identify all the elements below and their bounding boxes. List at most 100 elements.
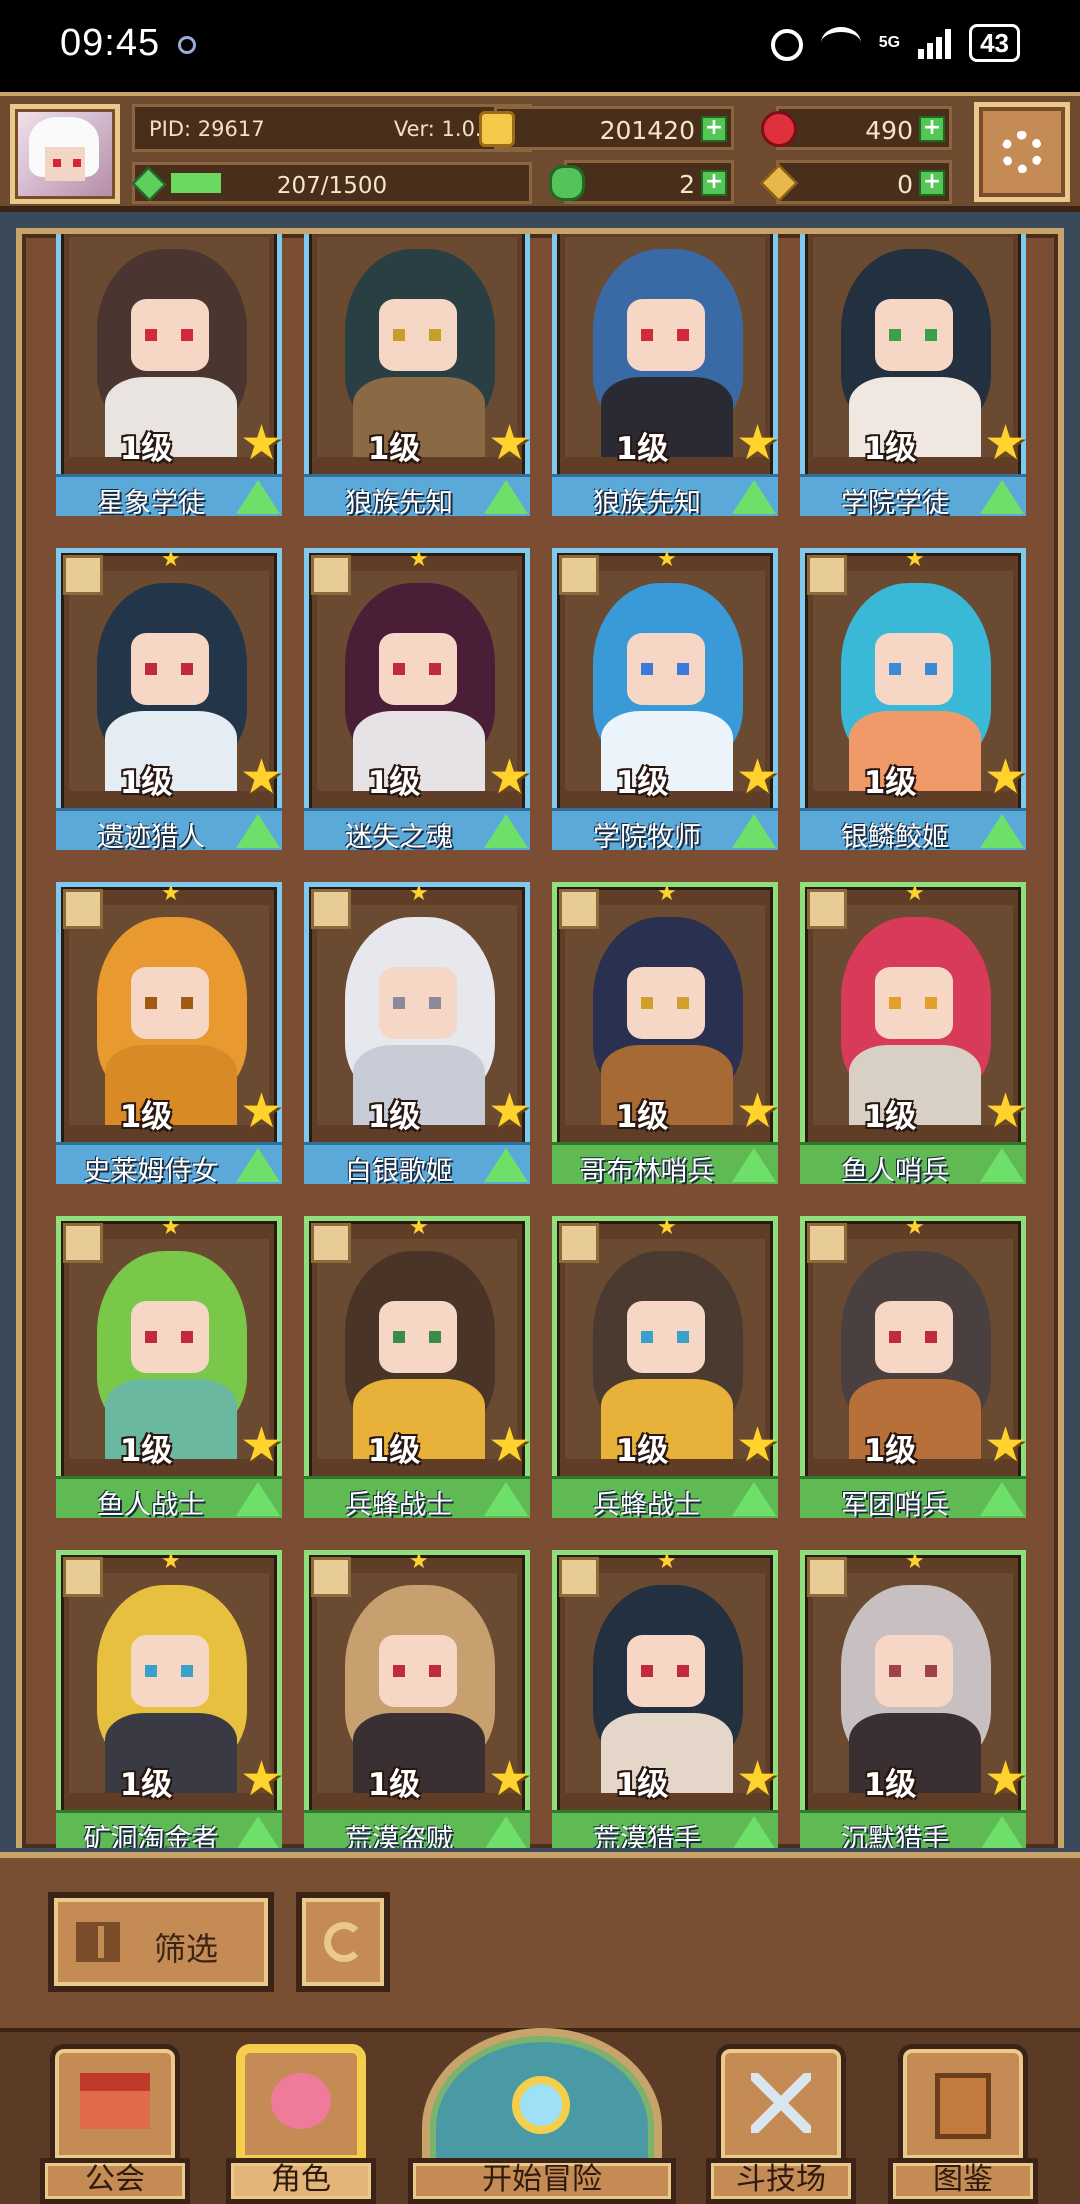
character-card[interactable]: 1级 ★ 狼族先知 [304,234,531,519]
star-icon: ★ [983,1751,1027,1807]
character-name: 矿洞淘金者 [83,1824,219,1848]
clover-value: 2 [679,170,695,199]
upgrade-arrow-icon [980,1816,1024,1848]
star-icon: ★ [239,1751,283,1807]
nav-character[interactable]: 角色 [226,2044,376,2204]
upgrade-arrow-icon [484,814,528,848]
add-clover-button[interactable]: + [701,170,727,196]
nav-guild[interactable]: 公会 [40,2044,190,2204]
character-level: 1级 [119,1099,173,1135]
character-level: 1级 [367,765,421,801]
nav-start-adventure[interactable]: 开始冒险 [408,2028,676,2204]
class-emblem-icon [559,889,599,929]
star-icon: ★ [487,1751,531,1807]
gold-coin-icon [479,111,515,147]
rarity-star-icon: ★ [905,1215,925,1240]
character-name-bar: 星象学徒 [56,474,282,519]
player-avatar[interactable] [10,104,120,204]
character-name-bar: 银鳞鲛姬 [800,808,1026,853]
nav-codex[interactable]: 图鉴 [888,2044,1038,2204]
class-emblem-icon [807,555,847,595]
upgrade-arrow-icon [484,1816,528,1848]
character-card[interactable]: ★ 1级 ★ 银鳞鲛姬 [800,547,1027,853]
nav-adventure-label: 开始冒险 [482,2162,602,2197]
rarity-star-icon: ★ [409,547,429,572]
alarm-icon [770,28,803,61]
player-info: PID: 29617 Ver: 1.0.0.0 [132,104,532,152]
character-card[interactable]: ★ 1级 ★ 学院牧师 [552,547,779,853]
character-name: 沉默猎手 [841,1824,949,1848]
character-card[interactable]: ★ 1级 ★ 鱼人哨兵 [800,881,1027,1187]
character-card[interactable]: ★ 1级 ★ 哥布林哨兵 [552,881,779,1187]
battery-indicator: 43 [969,24,1020,62]
star-icon: ★ [487,749,531,805]
character-card[interactable]: ★ 1级 ★ 兵蜂战士 [304,1215,531,1521]
upgrade-arrow-icon [732,1816,776,1848]
character-card[interactable]: ★ 1级 ★ 史莱姆侍女 [56,881,283,1187]
character-name-bar: 沉默猎手 [800,1810,1026,1848]
main-area: 1级 ★ 星象学徒 1级 ★ 狼族先知 1级 ★ 狼族先知 1级 ★ 学院学徒 ★ 1级 ★ 遗迹猎人 ★ 1级 ★… [0,212,1080,1852]
character-card[interactable]: ★ 1级 ★ 军团哨兵 [800,1215,1027,1521]
character-name: 鱼人哨兵 [841,1156,949,1187]
upgrade-arrow-icon [236,1482,280,1516]
character-card[interactable]: ★ 1级 ★ 鱼人战士 [56,1215,283,1521]
character-level: 1级 [863,1099,917,1135]
guild-house-icon [80,2073,150,2129]
rarity-star-icon: ★ [905,547,925,572]
add-ruby-button[interactable]: + [919,116,945,142]
character-level: 1级 [367,1099,421,1135]
class-emblem-icon [63,1223,103,1263]
character-card[interactable]: ★ 1级 ★ 矿洞淘金者 [56,1549,283,1848]
refresh-button[interactable] [296,1892,390,1992]
rarity-star-icon: ★ [657,881,677,906]
star-icon: ★ [983,749,1027,805]
nav-arena[interactable]: 斗技场 [706,2044,856,2204]
status-bar: 09:45 5G 43 [0,0,1080,92]
character-level: 1级 [615,1433,669,1469]
upgrade-arrow-icon [980,1482,1024,1516]
character-card[interactable]: ★ 1级 ★ 兵蜂战士 [552,1215,779,1521]
upgrade-arrow-icon [484,1148,528,1182]
rarity-star-icon: ★ [161,547,181,572]
character-name-bar: 兵蜂战士 [304,1476,530,1521]
key-value: 0 [897,170,913,199]
character-level: 1级 [119,1767,173,1803]
grid-icon [76,1922,120,1962]
star-icon: ★ [487,415,531,471]
status-icons: 5G 43 [770,24,1020,62]
grid-action-bar: 筛选 [0,1852,1080,2028]
settings-button[interactable] [974,102,1070,202]
nav-codex-label: 图鉴 [933,2162,993,2197]
character-card[interactable]: ★ 1级 ★ 沉默猎手 [800,1549,1027,1848]
rarity-star-icon: ★ [409,1549,429,1574]
star-icon: ★ [239,749,283,805]
character-name: 白银歌姬 [345,1156,453,1187]
star-icon: ★ [735,1083,779,1139]
filter-button[interactable]: 筛选 [48,1892,274,1992]
character-grid-frame[interactable]: 1级 ★ 星象学徒 1级 ★ 狼族先知 1级 ★ 狼族先知 1级 ★ 学院学徒 ★ 1级 ★ 遗迹猎人 ★ 1级 ★… [16,228,1064,1848]
character-card[interactable]: ★ 1级 ★ 遗迹猎人 [56,547,283,853]
star-icon: ★ [487,1083,531,1139]
character-card[interactable]: ★ 1级 ★ 白银歌姬 [304,881,531,1187]
clover-counter: 2 + [549,160,734,204]
star-icon: ★ [487,1417,531,1473]
character-card[interactable]: ★ 1级 ★ 荒漠盗贼 [304,1549,531,1848]
character-card[interactable]: 1级 ★ 狼族先知 [552,234,779,519]
character-name-bar: 兵蜂战士 [552,1476,778,1521]
add-gold-button[interactable]: + [701,116,727,142]
upgrade-arrow-icon [980,1148,1024,1182]
character-name: 遗迹猎人 [97,822,205,853]
character-card[interactable]: 1级 ★ 学院学徒 [800,234,1027,519]
filter-label: 筛选 [154,1930,219,1968]
star-icon: ★ [735,415,779,471]
add-key-button[interactable]: + [919,170,945,196]
red-gem-icon [761,111,797,147]
character-card[interactable]: ★ 1级 ★ 荒漠猎手 [552,1549,779,1848]
bottom-nav: 公会 角色 开始冒险 斗技场 图鉴 [0,2028,1080,2204]
character-card[interactable]: ★ 1级 ★ 迷失之魂 [304,547,531,853]
upgrade-arrow-icon [732,1482,776,1516]
upgrade-arrow-icon [236,480,280,514]
character-level: 1级 [615,1099,669,1135]
character-name-bar: 狼族先知 [304,474,530,519]
character-card[interactable]: 1级 ★ 星象学徒 [56,234,283,519]
